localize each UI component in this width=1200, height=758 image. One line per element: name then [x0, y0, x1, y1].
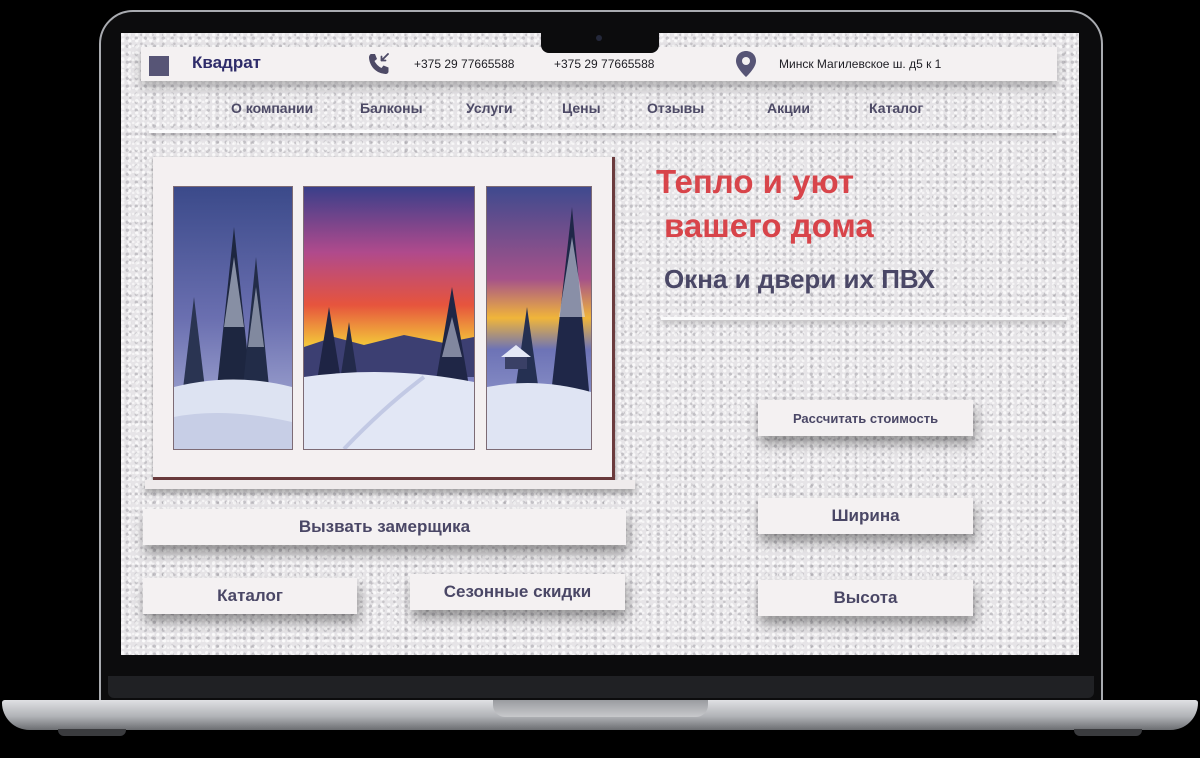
laptop-bezel-strip	[108, 676, 1094, 698]
window-pane-center	[303, 186, 475, 450]
hero-title-line-1: Тепло и уют	[656, 163, 854, 200]
nav-item-about[interactable]: О компании	[231, 100, 313, 116]
hero-divider	[661, 317, 1067, 320]
width-button[interactable]: Ширина	[758, 498, 973, 534]
address-text: Минск Магилевское ш. д5 к 1	[779, 57, 942, 71]
hero-title: Тепло и уют вашего дома	[656, 160, 874, 248]
window-pane-left	[173, 186, 293, 450]
header-divider	[149, 130, 1057, 133]
hero-subtitle: Окна и двери их ПВХ	[664, 264, 936, 294]
call-measurer-button[interactable]: Вызвать замерщика	[143, 509, 626, 545]
laptop-foot	[1074, 729, 1142, 736]
window-pane-right	[486, 186, 592, 450]
nav-item-catalog[interactable]: Каталог	[869, 100, 923, 116]
seasonal-discounts-button[interactable]: Сезонные скидки	[410, 574, 625, 610]
laptop-base-notch	[493, 700, 708, 717]
phone-incoming-icon[interactable]	[366, 51, 392, 77]
hero-window-image	[153, 157, 615, 480]
camera-icon	[596, 35, 602, 41]
nav-item-services[interactable]: Услуги	[466, 100, 513, 116]
phone-number-2[interactable]: +375 29 77665588	[554, 57, 654, 71]
nav-item-balconies[interactable]: Балконы	[360, 100, 423, 116]
nav-item-prices[interactable]: Цены	[562, 100, 601, 116]
height-button[interactable]: Высота	[758, 580, 973, 616]
logo-text[interactable]: Квадрат	[192, 53, 261, 73]
laptop-notch	[541, 33, 659, 53]
catalog-button[interactable]: Каталог	[143, 578, 357, 614]
phone-number-1[interactable]: +375 29 77665588	[414, 57, 514, 71]
hero-title-line-2: вашего дома	[664, 207, 874, 244]
website-screen: Квадрат +375 29 77665588 +375 29 7766558…	[121, 33, 1079, 655]
nav-item-promotions[interactable]: Акции	[767, 100, 810, 116]
laptop-foot	[58, 729, 126, 736]
window-sill	[145, 480, 635, 489]
calculate-cost-button[interactable]: Рассчитать стоимость	[758, 400, 973, 436]
logo-square-icon[interactable]	[149, 56, 169, 76]
nav-item-reviews[interactable]: Отзывы	[647, 100, 704, 116]
map-pin-icon	[736, 51, 756, 77]
